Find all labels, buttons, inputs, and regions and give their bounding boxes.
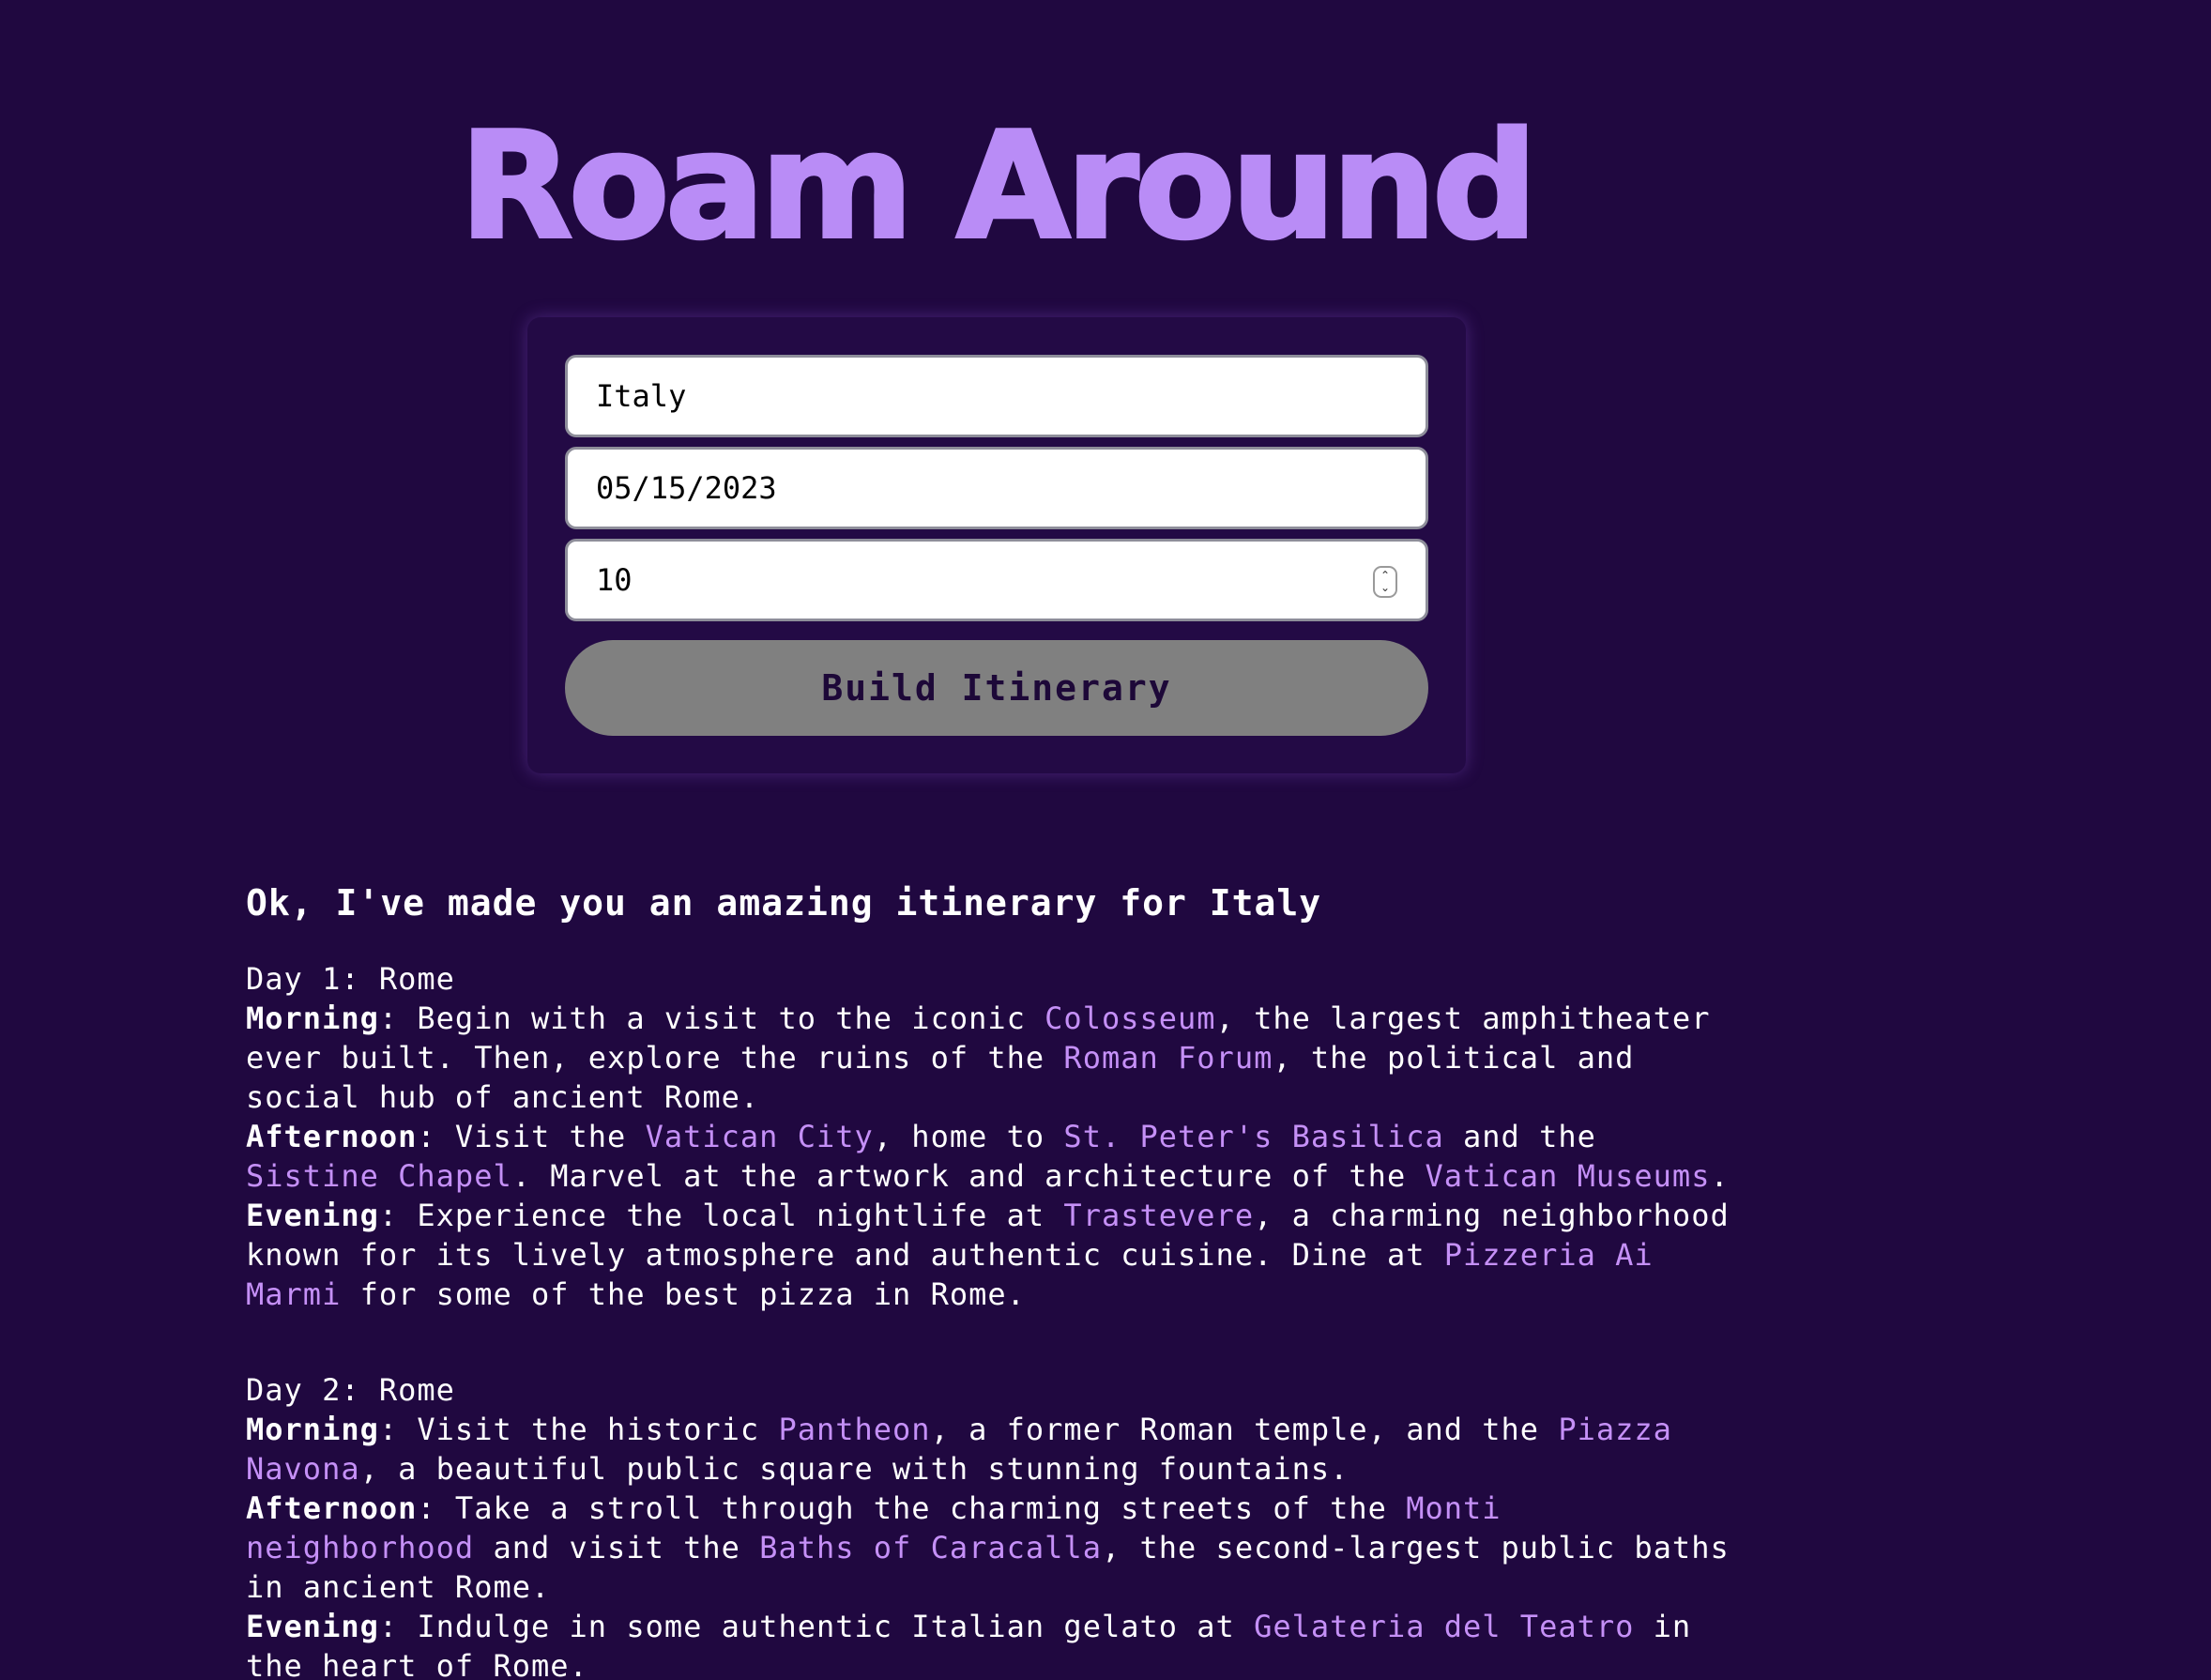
number-spinner[interactable]: ⌃ ⌄: [1373, 566, 1397, 598]
build-itinerary-button[interactable]: Build Itinerary: [565, 640, 1428, 736]
place-name: Sistine Chapel: [246, 1158, 512, 1194]
slot-text: : Experience the local nightlife at: [378, 1198, 1064, 1233]
itinerary-form: Italy 05/15/2023 10 ⌃ ⌄ Build Itinerary: [527, 317, 1466, 773]
slot-text: : Take a stroll through the charming str…: [417, 1490, 1407, 1526]
slot-text: , a former Roman temple, and the: [930, 1412, 1559, 1447]
place-name: St. Peter's Basilica: [1063, 1119, 1444, 1154]
afternoon-entry: Afternoon: Take a stroll through the cha…: [246, 1489, 1747, 1607]
place-name: Colosseum: [1045, 1000, 1216, 1036]
afternoon-entry: Afternoon: Visit the Vatican City, home …: [246, 1117, 1747, 1196]
slot-text: : Visit the historic: [378, 1412, 779, 1447]
slot-label: Evening: [246, 1198, 379, 1233]
slot-text: : Begin with a visit to the iconic: [378, 1000, 1045, 1036]
place-name: Pantheon: [778, 1412, 931, 1447]
slot-label: Morning: [246, 1000, 379, 1036]
start-date-input[interactable]: 05/15/2023: [565, 447, 1428, 529]
slot-label: Afternoon: [246, 1490, 418, 1526]
morning-entry: Morning: Begin with a visit to the iconi…: [246, 999, 1747, 1117]
day-section: Day 2: Rome Morning: Visit the historic …: [246, 1370, 1747, 1680]
place-name: Trastevere: [1063, 1198, 1255, 1233]
morning-entry: Morning: Visit the historic Pantheon, a …: [246, 1410, 1747, 1489]
destination-input[interactable]: Italy: [565, 355, 1428, 437]
day-title: Day 2: Rome: [246, 1372, 455, 1408]
itinerary-result: Ok, I've made you an amazing itinerary f…: [246, 873, 2029, 1680]
slot-text: : Visit the: [417, 1119, 646, 1154]
place-name: Vatican Museums: [1425, 1158, 1711, 1194]
days-number-input[interactable]: 10 ⌃ ⌄: [565, 539, 1428, 621]
place-name: Gelateria del Teatro: [1254, 1609, 1635, 1644]
spinner-down-icon[interactable]: ⌄: [1380, 582, 1390, 594]
slot-text: and visit the: [474, 1530, 760, 1565]
slot-label: Morning: [246, 1412, 379, 1447]
slot-text: , home to: [873, 1119, 1064, 1154]
slot-text: . Marvel at the artwork and architecture…: [511, 1158, 1426, 1194]
place-name: Roman Forum: [1063, 1040, 1273, 1076]
slot-text: , a beautiful public square with stunnin…: [359, 1451, 1349, 1487]
day-title: Day 1: Rome: [246, 961, 455, 997]
evening-entry: Evening: Experience the local nightlife …: [246, 1196, 1747, 1314]
place-name: Vatican City: [645, 1119, 874, 1154]
destination-value: Italy: [596, 378, 687, 414]
place-name: Baths of Caracalla: [759, 1530, 1102, 1565]
start-date-value: 05/15/2023: [596, 470, 777, 506]
slot-label: Evening: [246, 1609, 379, 1644]
slot-text: : Indulge in some authentic Italian gela…: [378, 1609, 1255, 1644]
slot-text: and the: [1443, 1119, 1596, 1154]
slot-label: Afternoon: [246, 1119, 418, 1154]
days-value: 10: [596, 562, 633, 598]
day-section: Day 1: Rome Morning: Begin with a visit …: [246, 959, 1747, 1314]
slot-text: for some of the best pizza in Rome.: [341, 1276, 1026, 1312]
slot-text: .: [1710, 1158, 1730, 1194]
itinerary-heading: Ok, I've made you an amazing itinerary f…: [246, 882, 1322, 924]
evening-entry: Evening: Indulge in some authentic Itali…: [246, 1607, 1747, 1680]
app-title: Roam Around: [458, 99, 1539, 272]
